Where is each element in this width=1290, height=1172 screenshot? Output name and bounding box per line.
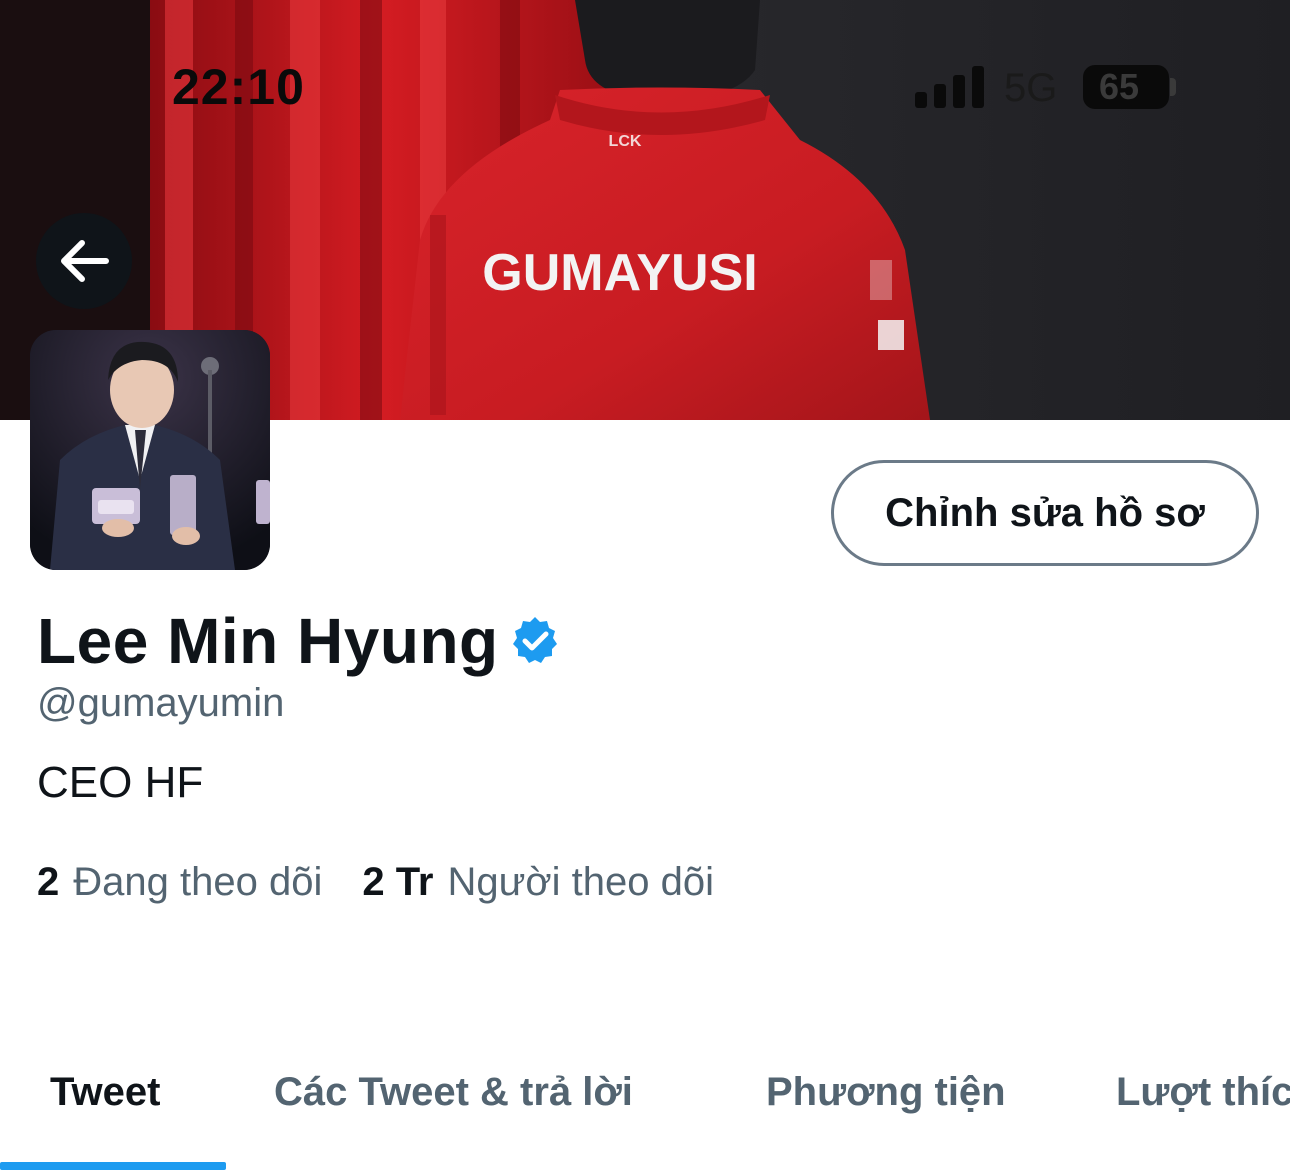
following-count: 2 — [37, 860, 60, 904]
arrow-left-icon — [61, 240, 109, 282]
battery-icon: 65 — [1083, 65, 1169, 109]
back-button[interactable] — [36, 213, 132, 309]
battery-level: 65 — [1099, 66, 1140, 107]
active-tab-indicator — [0, 1162, 226, 1170]
tab-tweets-replies[interactable]: Các Tweet & trả lời — [274, 1070, 633, 1115]
following-link[interactable]: 2 Đang theo dõi — [37, 860, 322, 905]
profile-name: Lee Min Hyung — [37, 605, 499, 677]
profile-bio: CEO HF — [37, 758, 204, 807]
profile-handle: @gumayumin — [37, 681, 285, 725]
profile-tabs: Tweet Các Tweet & trả lời Phương tiện Lư… — [0, 1062, 1290, 1172]
tab-likes[interactable]: Lượt thích — [1116, 1070, 1290, 1115]
following-label: Đang theo dõi — [73, 860, 323, 904]
network-type: 5G — [1004, 66, 1058, 110]
profile-name-row: Lee Min Hyung — [37, 604, 561, 678]
status-time: 22:10 — [172, 59, 305, 115]
verified-badge-icon[interactable] — [509, 615, 561, 667]
battery-tip — [1170, 78, 1176, 96]
tab-media[interactable]: Phương tiện — [766, 1070, 1006, 1115]
banner-jacket-text: GUMAYUSI — [482, 244, 757, 302]
edit-profile-button[interactable]: Chỉnh sửa hồ sơ — [831, 460, 1259, 566]
followers-link[interactable]: 2 Tr Người theo dõi — [362, 860, 714, 905]
cell-signal-icon — [915, 66, 985, 108]
followers-count: 2 Tr — [362, 860, 434, 904]
tab-tweets[interactable]: Tweet — [50, 1070, 160, 1115]
avatar-image — [30, 330, 270, 570]
followers-label: Người theo dõi — [447, 860, 714, 904]
avatar[interactable] — [30, 330, 270, 570]
follow-stats: 2 Đang theo dõi 2 Tr Người theo dõi — [37, 860, 714, 905]
banner-jacket-logo: LCK — [609, 133, 642, 150]
